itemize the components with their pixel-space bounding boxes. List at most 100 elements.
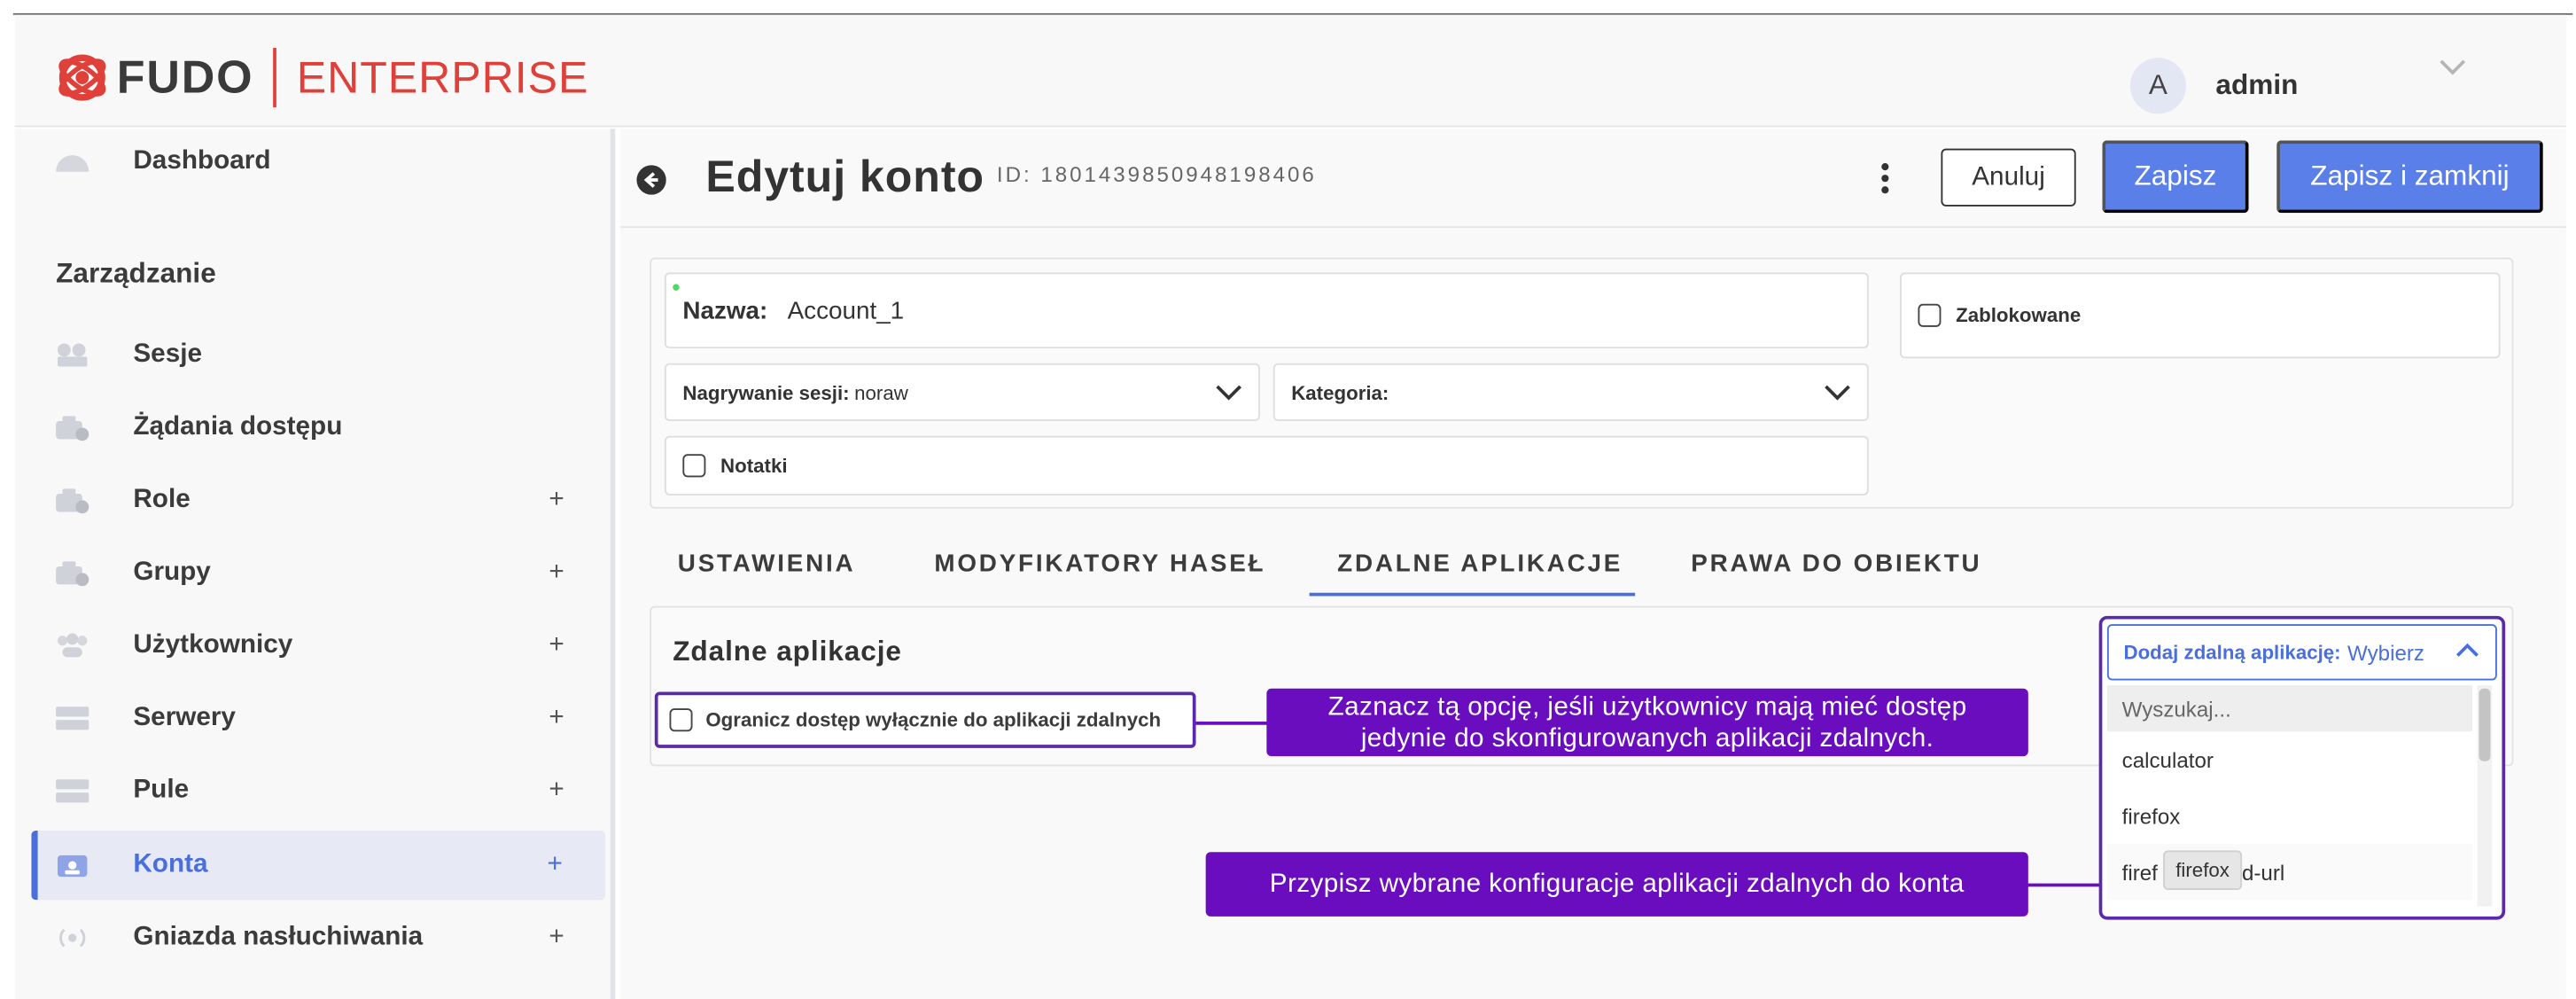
sidebar-item-pools[interactable]: Pule +: [31, 756, 607, 825]
blocked-checkbox[interactable]: [1918, 303, 1942, 327]
restrict-remote-only-option[interactable]: Ogranicz dostęp wyłącznie do aplikacji z…: [654, 691, 1196, 748]
option-text-start: firef: [2121, 859, 2158, 885]
sidebar-section-title: Zarządzanie: [56, 257, 216, 289]
tab-settings[interactable]: USTAWIENIA: [678, 550, 856, 578]
sidebar-item-label: Użytkownicy: [133, 630, 293, 659]
remote-apps-title: Zdalne aplikacje: [673, 636, 902, 667]
sidebar-item-label: Żądania dostępu: [133, 412, 343, 441]
chevron-down-icon: [1825, 385, 1850, 401]
chevron-down-icon[interactable]: [2440, 59, 2466, 76]
sidebar-item-label: Pule: [133, 776, 190, 805]
add-role-button[interactable]: +: [549, 486, 564, 516]
assign-callout: Przypisz wybrane konfiguracje aplikacji …: [1205, 852, 2028, 917]
dropdown-scroll-thumb[interactable]: [2479, 688, 2491, 761]
sidebar-item-servers[interactable]: Serwery +: [31, 683, 607, 753]
sidebar-item-label: Serwery: [133, 703, 236, 732]
add-account-button[interactable]: +: [548, 850, 563, 880]
name-label: Nazwa:: [682, 296, 768, 325]
name-value[interactable]: Account_1: [788, 296, 905, 324]
blocked-field[interactable]: Zablokowane: [1900, 272, 2501, 359]
camera-icon: [54, 342, 90, 369]
notes-checkbox[interactable]: [682, 454, 706, 478]
callout-connector: [1195, 722, 1269, 725]
avatar: A: [2129, 58, 2187, 114]
groups-icon: [54, 559, 90, 587]
listener-icon: [54, 925, 90, 951]
add-listener-button[interactable]: +: [549, 923, 564, 953]
sidebar-item-label: Grupy: [133, 558, 211, 587]
page-toolbar: Edytuj konto ID: 1801439850948198406 Anu…: [619, 129, 2566, 229]
option-firefox[interactable]: firefox: [2107, 788, 2472, 844]
category-select[interactable]: Kategoria:: [1272, 363, 1869, 422]
brand-divider: [273, 48, 277, 108]
add-group-button[interactable]: +: [549, 558, 564, 589]
account-form-card: Nazwa: Account_1 Nagrywanie sesji: noraw…: [650, 257, 2514, 509]
add-remote-app-select[interactable]: Dodaj zdalną aplikację: Wybierz: [2106, 624, 2497, 681]
name-field[interactable]: Nazwa: Account_1: [664, 272, 1869, 349]
restrict-checkbox[interactable]: [669, 708, 693, 732]
sidebar-item-label: Sesje: [133, 340, 202, 369]
tab-password-modifiers[interactable]: MODYFIKATORY HASEŁ: [934, 550, 1265, 578]
brand-logo[interactable]: FUDO ENTERPRISE: [54, 48, 589, 108]
sidebar-item-roles[interactable]: Role +: [31, 465, 607, 535]
pool-icon: [54, 777, 90, 804]
sidebar-item-label: Konta: [133, 850, 208, 879]
user-menu[interactable]: A admin: [2129, 58, 2299, 114]
sidebar-item-label: Role: [133, 485, 191, 514]
restrict-label: Ogranicz dostęp wyłącznie do aplikacji z…: [705, 708, 1162, 732]
add-server-button[interactable]: +: [549, 704, 564, 734]
server-icon: [54, 705, 90, 731]
add-remote-app-value: Wybierz: [2347, 639, 2424, 665]
save-and-close-button[interactable]: Zapisz i zamknij: [2276, 140, 2543, 214]
sidebar-item-accounts[interactable]: Konta +: [31, 830, 606, 901]
dashboard-icon: [54, 149, 90, 176]
cancel-button[interactable]: Anuluj: [1941, 148, 2076, 207]
sidebar-item-groups[interactable]: Grupy +: [31, 538, 607, 607]
back-arrow-icon[interactable]: [636, 165, 666, 195]
restrict-callout: Zaznacz tą opcję, jeśli użytkownicy mają…: [1266, 688, 2028, 757]
chevron-up-icon[interactable]: [2455, 643, 2479, 659]
restrict-callout-line1: Zaznacz tą opcję, jeśli użytkownicy mają…: [1327, 693, 1967, 722]
add-pool-button[interactable]: +: [549, 777, 564, 807]
app-screen: FUDO ENTERPRISE A admin Dashboard Zarząd…: [0, 0, 2576, 999]
option-tooltip: firefox: [2163, 850, 2243, 891]
page-title: Edytuj konto: [705, 152, 984, 202]
sidebar-item-label: Dashboard: [133, 146, 271, 176]
sidebar-item-label: Gniazda nasłuchiwania: [133, 923, 424, 951]
notes-label: Notatki: [720, 454, 788, 478]
user-name: admin: [2215, 69, 2299, 101]
tab-remote-apps[interactable]: ZDALNE APLIKACJE: [1337, 550, 1623, 578]
access-request-icon: [54, 415, 90, 441]
notes-field[interactable]: Notatki: [664, 435, 1869, 496]
tab-object-permissions[interactable]: PRAWA DO OBIEKTU: [1691, 550, 1981, 578]
required-indicator: [673, 284, 680, 291]
category-label: Kategoria:: [1291, 380, 1389, 404]
sidebar-item-listeners[interactable]: Gniazda nasłuchiwania +: [31, 903, 607, 972]
option-calculator[interactable]: calculator: [2107, 731, 2472, 787]
users-icon: [54, 632, 90, 659]
add-user-button[interactable]: +: [549, 631, 564, 661]
sidebar-item-users[interactable]: Użytkownicy +: [31, 611, 607, 680]
option-firefox-fixed-url[interactable]: firef ed-url: [2106, 843, 2473, 901]
dropdown-search-input[interactable]: Wyszukaj...: [2106, 685, 2473, 732]
callout-connector: [2026, 883, 2101, 887]
blocked-label: Zablokowane: [1956, 303, 2082, 327]
brand-name: FUDO: [116, 51, 254, 103]
restrict-callout-line2: jedynie do skonfigurowanych aplikacji zd…: [1360, 724, 1934, 753]
recording-label: Nagrywanie sesji:: [682, 380, 850, 404]
fudo-logo-icon: [54, 50, 110, 105]
record-id: ID: 1801439850948198406: [996, 161, 1317, 187]
sidebar-item-access-requests[interactable]: Żądania dostępu: [31, 393, 607, 462]
save-button[interactable]: Zapisz: [2102, 140, 2249, 214]
sidebar-item-sessions[interactable]: Sesje: [31, 320, 607, 389]
add-remote-app-dropdown: Dodaj zdalną aplikację: Wybierz Wyszukaj…: [2098, 615, 2506, 920]
roles-icon: [54, 488, 90, 514]
brand-edition: ENTERPRISE: [296, 51, 589, 102]
recording-value: noraw: [854, 380, 908, 404]
account-icon: [54, 852, 90, 878]
more-options-icon[interactable]: [1880, 162, 1890, 195]
active-tab-indicator: [1309, 592, 1636, 597]
top-header: FUDO ENTERPRISE A admin: [14, 14, 2566, 128]
recording-select[interactable]: Nagrywanie sesji: noraw: [664, 363, 1260, 422]
sidebar-item-dashboard[interactable]: Dashboard: [31, 127, 607, 196]
